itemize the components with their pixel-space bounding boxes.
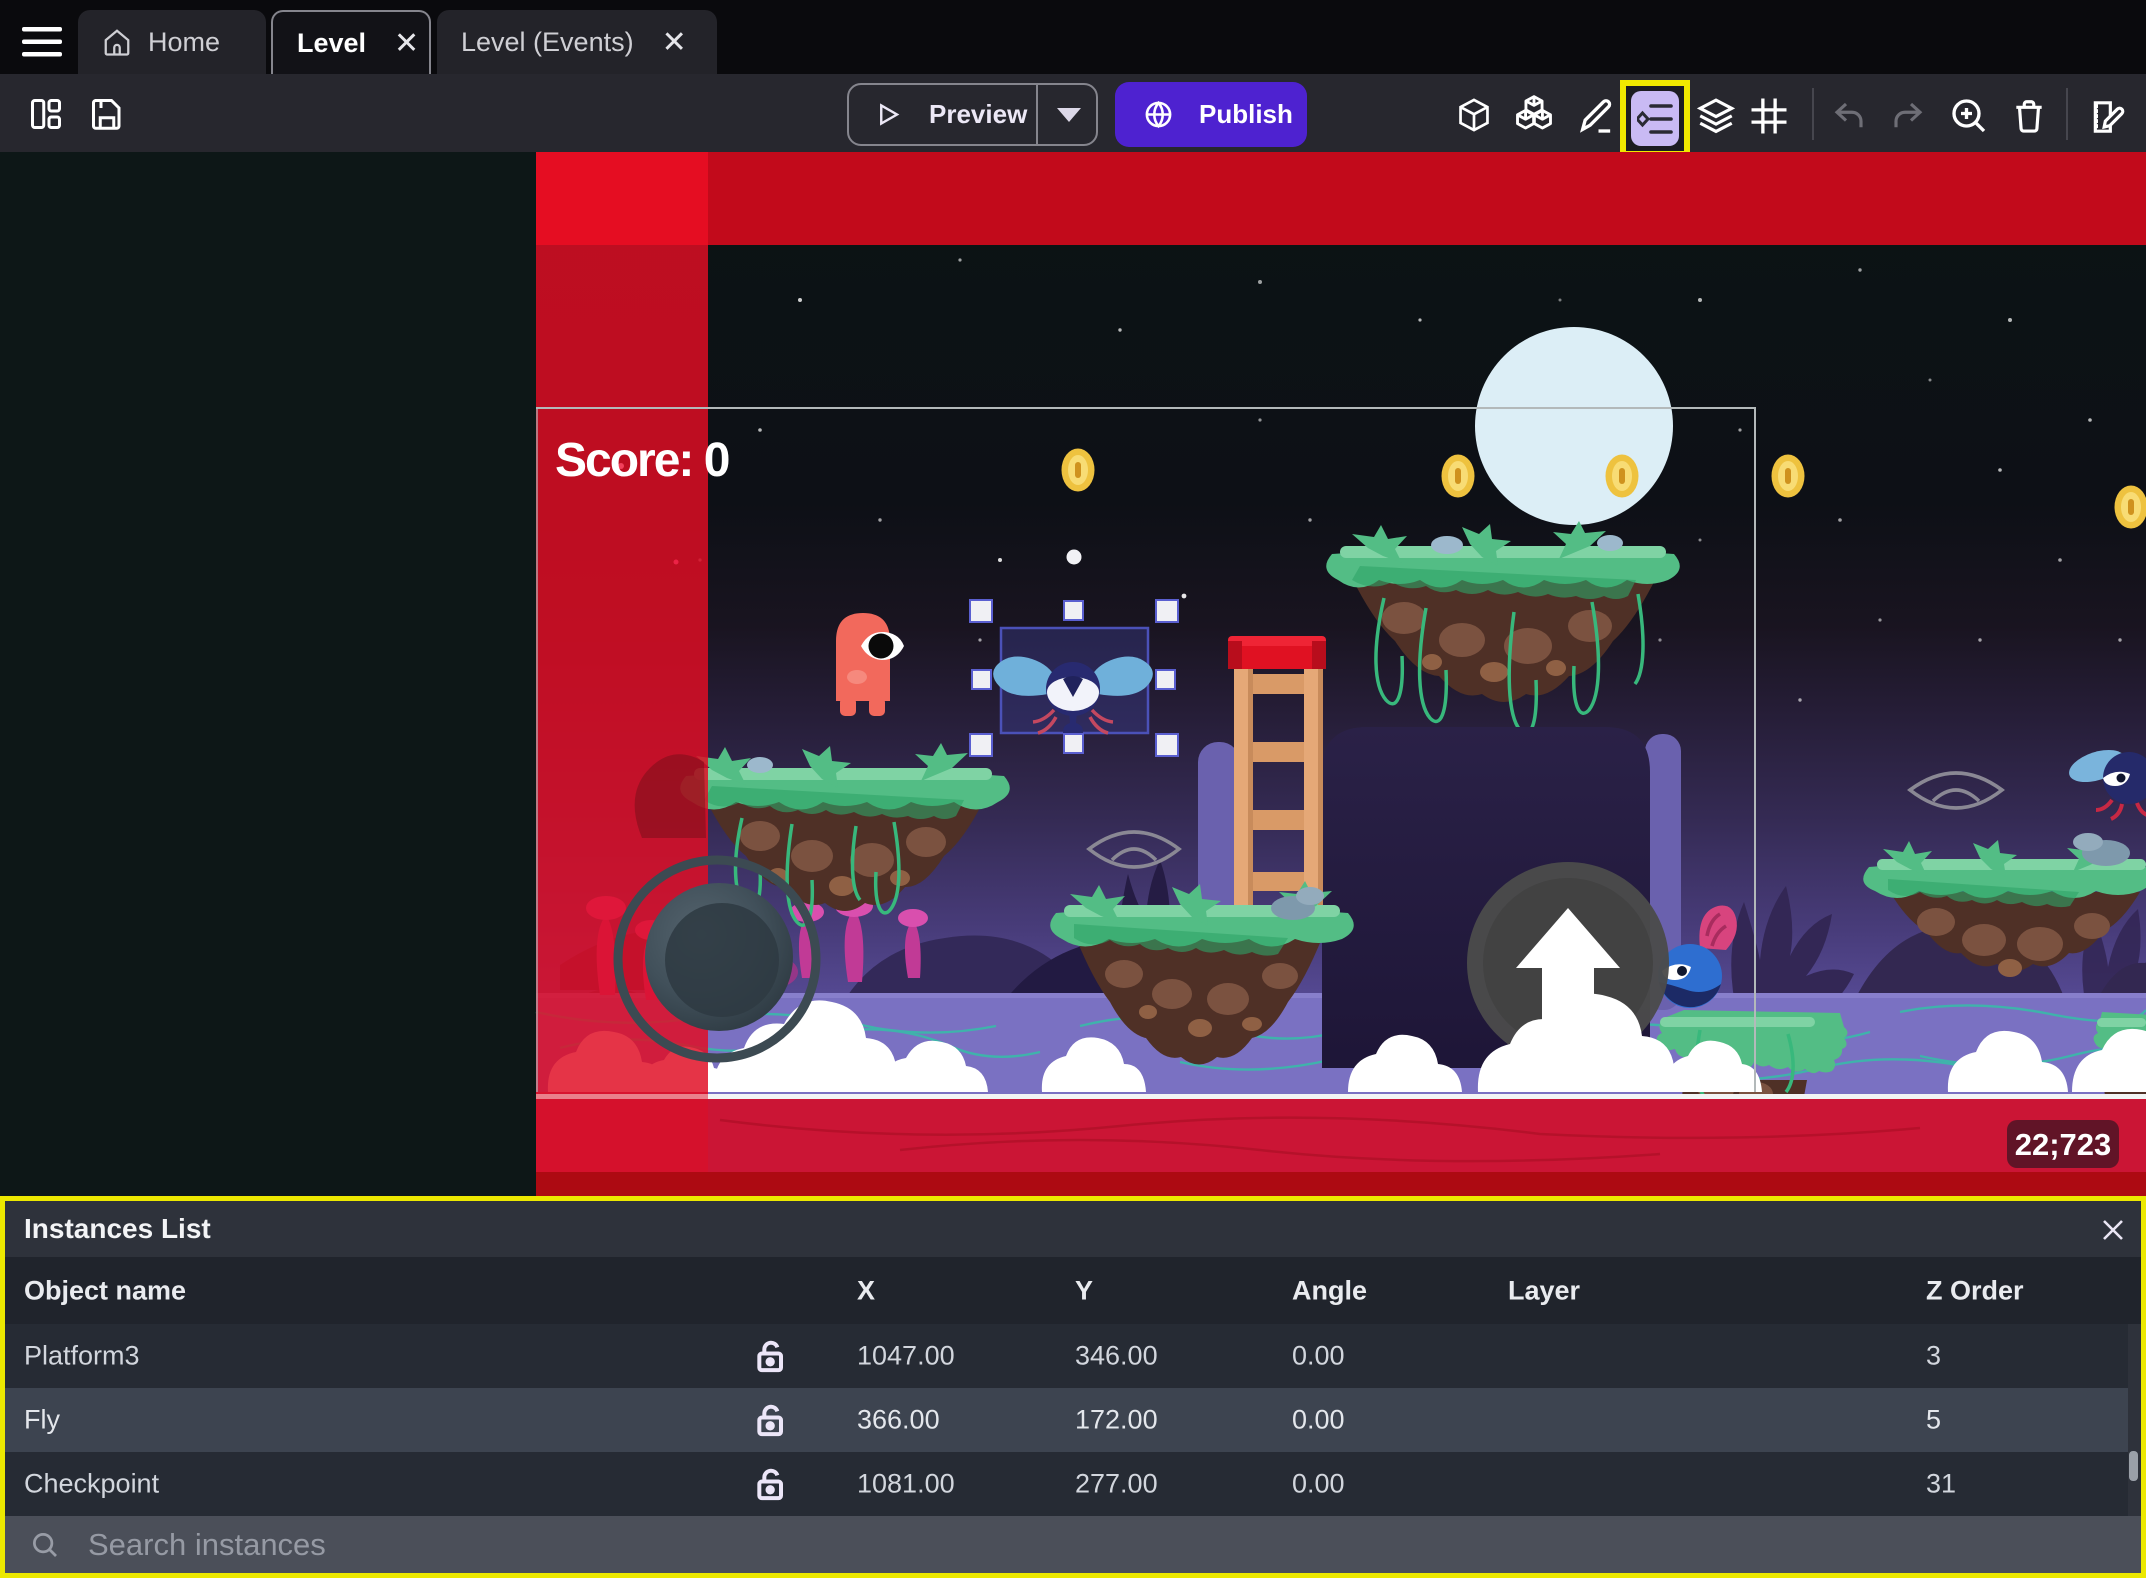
svg-text:22;723: 22;723 — [2015, 1127, 2112, 1162]
svg-text:Score: 0: Score: 0 — [555, 434, 729, 487]
